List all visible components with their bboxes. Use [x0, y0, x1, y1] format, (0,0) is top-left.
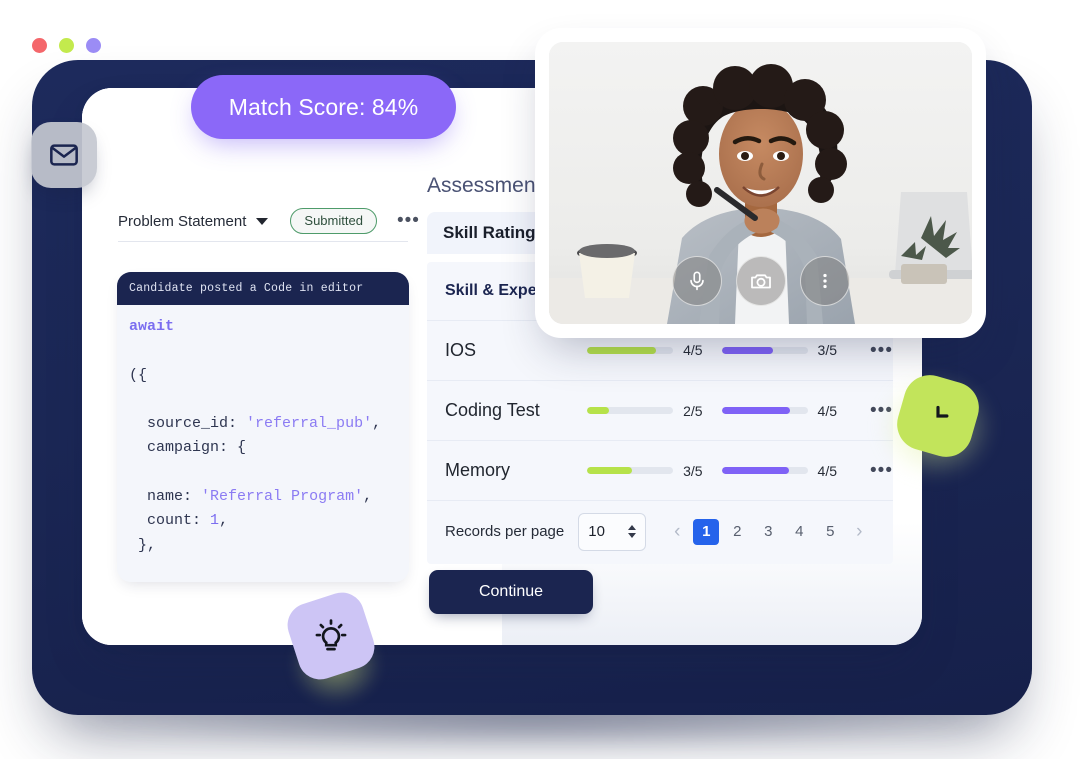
records-per-page-stepper[interactable]: 10	[578, 512, 647, 551]
page-button-2[interactable]: 2	[724, 519, 750, 545]
pagination-controls: ‹ 1 2 3 4 5 ›	[666, 518, 870, 545]
microphone-button[interactable]	[671, 256, 722, 306]
video-feed	[549, 42, 972, 324]
window-controls	[32, 38, 101, 53]
problem-statement-bar: Problem Statement Submitted •••	[118, 208, 419, 234]
lightbulb-icon	[315, 619, 347, 651]
camera-button[interactable]	[735, 256, 786, 306]
code-token-open: ({	[129, 366, 148, 384]
status-badge: Submitted	[290, 208, 377, 234]
problem-statement-dropdown-label[interactable]: Problem Statement	[118, 213, 246, 230]
more-options-button[interactable]	[799, 256, 850, 306]
skill-score-purple: 4/5	[817, 402, 838, 419]
code-token-close-brace: },	[129, 536, 157, 554]
clock-icon	[936, 405, 949, 418]
skill-meter-green	[587, 467, 674, 474]
skill-score-green: 3/5	[683, 462, 703, 479]
code-token-name-value: 'Referral Program'	[201, 488, 364, 506]
chevron-left-icon[interactable]: ‹	[666, 521, 688, 543]
pagination-bar: Records per page 10 ‹ 1 2 3 4 5 ›	[427, 500, 893, 562]
skill-meter-purple-group: 3/5	[721, 341, 856, 360]
chevron-down-icon[interactable]	[256, 217, 269, 225]
video-call-card	[535, 28, 986, 338]
maximize-button-dot[interactable]	[86, 38, 101, 53]
skill-name: Memory	[445, 460, 511, 480]
records-per-page-label: Records per page	[445, 523, 565, 540]
code-token-source-id-key: source_id:	[147, 415, 238, 433]
skill-score-green: 2/5	[683, 402, 703, 419]
mail-icon	[50, 144, 78, 166]
mic-icon	[689, 271, 704, 291]
skill-score-purple: 3/5	[817, 341, 838, 358]
skill-meter-purple-group: 4/5	[721, 462, 856, 479]
skill-meter-purple-group: 4/5	[721, 402, 856, 419]
page-button-5[interactable]: 5	[817, 519, 843, 545]
skill-meter-green-group: 3/5	[587, 463, 721, 479]
skill-name: Coding Test	[445, 400, 540, 420]
skill-meter-green	[587, 407, 674, 414]
assessment-title: Assessment	[427, 174, 542, 197]
code-snippet-card: Candidate posted a Code in editor await …	[117, 272, 409, 582]
row-overflow-menu-icon[interactable]: •••	[870, 341, 893, 360]
skill-meter-purple	[721, 347, 808, 354]
skill-meter-purple	[721, 407, 808, 414]
skill-meter-green-group: 2/5	[587, 403, 721, 419]
table-row[interactable]: Memory 3/5 4/5 •••	[427, 440, 893, 500]
skill-meter-purple	[721, 467, 808, 474]
page-button-3[interactable]: 3	[755, 519, 781, 545]
skill-score-purple: 4/5	[817, 462, 838, 479]
skill-meter-green	[587, 347, 674, 354]
skill-meter-green-group: 4/5	[587, 342, 721, 360]
code-content[interactable]: await ({ source_id: 'referral_pub', camp…	[117, 305, 409, 582]
minimize-button-dot[interactable]	[59, 38, 74, 53]
code-fade-mask	[117, 556, 409, 582]
overflow-menu-icon[interactable]: •••	[397, 211, 420, 230]
skill-name: IOS	[445, 340, 477, 360]
code-token-count-value: 1	[210, 512, 220, 530]
skill-score-green: 4/5	[683, 341, 703, 358]
table-row[interactable]: Coding Test 2/5 4/5 •••	[427, 380, 893, 440]
code-card-header: Candidate posted a Code in editor	[117, 272, 409, 305]
code-token-count-key: count:	[147, 512, 202, 530]
match-score-badge: Match Score: 84%	[191, 75, 456, 139]
scene-root: Problem Statement Submitted ••• Candidat…	[0, 0, 1080, 759]
stepper-arrows-icon[interactable]	[628, 525, 637, 538]
dots-vertical-icon	[822, 273, 827, 289]
page-button-4[interactable]: 4	[786, 519, 812, 545]
code-token-source-id-value: 'referral_pub'	[246, 415, 373, 433]
row-overflow-menu-icon[interactable]: •••	[870, 461, 893, 480]
page-button-1[interactable]: 1	[693, 518, 720, 545]
records-per-page-value: 10	[588, 523, 605, 540]
code-token-campaign-key: campaign: {	[147, 439, 247, 457]
continue-button[interactable]: Continue	[429, 570, 593, 614]
camera-icon	[750, 274, 771, 289]
mail-badge[interactable]	[31, 122, 97, 188]
close-button-dot[interactable]	[32, 38, 47, 53]
video-controls	[671, 256, 850, 306]
code-token-keyword: await	[129, 318, 175, 335]
divider	[118, 241, 408, 242]
chevron-right-icon[interactable]: ›	[848, 521, 870, 543]
code-token-name-key: name:	[147, 488, 193, 506]
